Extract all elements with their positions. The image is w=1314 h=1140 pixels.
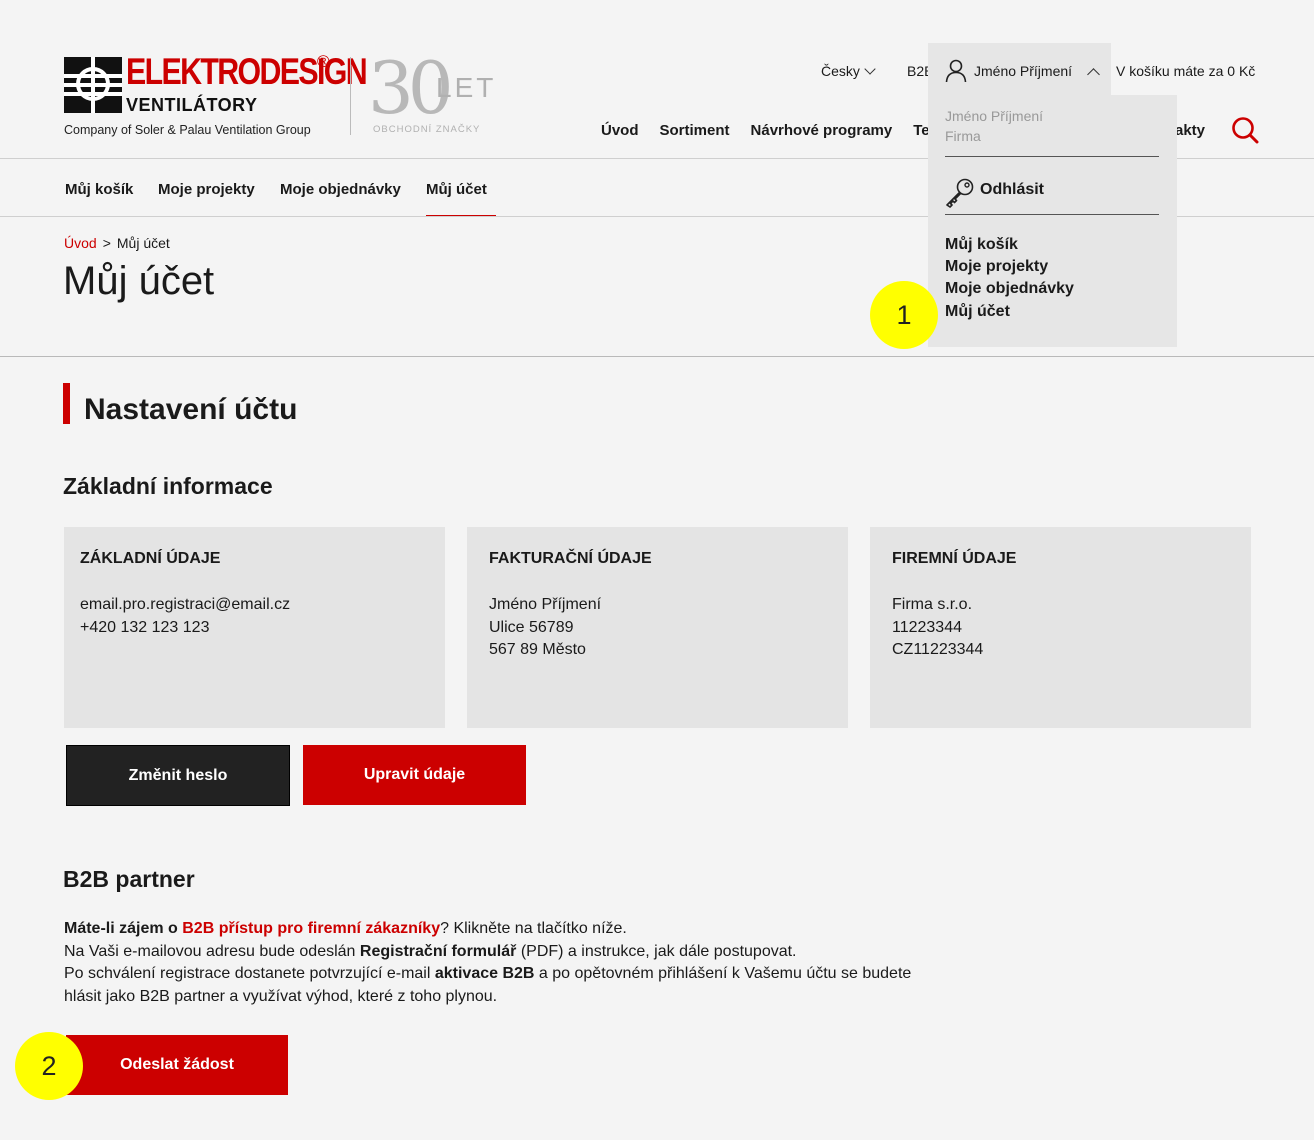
b2b-access-link[interactable]: B2B přístup pro firemní zákazníky: [182, 920, 440, 937]
basic-info-title: Základní informace: [63, 473, 273, 499]
dropdown-item-objednavky[interactable]: Moje objednávky: [945, 280, 1074, 298]
dropdown-item-kosik[interactable]: Můj košík: [945, 236, 1018, 254]
subnav-item-kosik[interactable]: Můj košík: [65, 181, 133, 198]
language-selector[interactable]: Česky: [821, 63, 876, 79]
language-label: Česky: [821, 63, 860, 79]
card-title: FIREMNÍ ÚDAJE: [892, 550, 1017, 567]
card-company: Firma s.r.o.: [892, 596, 973, 613]
user-dropdown: Jméno Příjmení Firma Odhlásit Můj košík …: [928, 95, 1177, 347]
card-title: ZÁKLADNÍ ÚDAJE: [80, 550, 221, 567]
card-dic: CZ11223344: [892, 641, 984, 658]
subnav-item-ucet[interactable]: Můj účet: [426, 181, 496, 216]
change-password-button[interactable]: Změnit heslo: [66, 745, 290, 806]
dropdown-user-name: Jméno Příjmení: [945, 108, 1044, 124]
logo-divider: [350, 57, 351, 135]
b2b-form: Registrační formulář: [359, 942, 517, 960]
card-basic-info: ZÁKLADNÍ ÚDAJE email.pro.registraci@emai…: [64, 527, 445, 728]
breadcrumb-current: Můj účet: [116, 235, 170, 251]
b2b-title: B2B partner: [63, 866, 195, 892]
elektrodesign-logo[interactable]: ELEKTRODESIGN ® VENTILÁTORY Company of S…: [64, 51, 368, 140]
title-divider: [0, 356, 1314, 357]
annotation-marker-1: 1: [870, 281, 938, 349]
user-menu-toggle[interactable]: Jméno Příjmení: [928, 43, 1111, 95]
dropdown-divider: [945, 156, 1159, 157]
b2b-text-d: a po opětovném přihlášení k Vašemu účtu …: [534, 965, 912, 983]
breadcrumb-home[interactable]: Úvod: [64, 235, 97, 251]
send-request-button[interactable]: Odeslat žádost: [66, 1035, 288, 1095]
b2b-line-2: Na Vaši e-mailovou adresu bude odeslán R…: [64, 941, 944, 964]
b2b-line-4: hlásit jako B2B partner a využívat výhod…: [64, 988, 498, 1006]
card-billing-info: FAKTURAČNÍ ÚDAJE Jméno Příjmení Ulice 56…: [467, 527, 848, 728]
dropdown-divider: [945, 214, 1159, 215]
b2b-text-a: Na Vaši e-mailovou adresu bude odeslán: [64, 942, 360, 960]
card-email: email.pro.registraci@email.cz: [80, 596, 291, 613]
nav-item-kontakty[interactable]: akty: [1175, 122, 1205, 139]
b2b-text-c: Po schválení registrace dostanete potvrz…: [64, 965, 435, 983]
logo-mark-icon: [64, 57, 122, 113]
user-icon: [945, 59, 967, 83]
card-name: Jméno Příjmení: [489, 596, 602, 613]
search-icon[interactable]: [1231, 116, 1259, 144]
chevron-down-icon: [864, 63, 876, 75]
logo-tagline: Company of Soler & Palau Ventilation Gro…: [64, 123, 311, 137]
cart-summary[interactable]: V košíku máte za 0 Kč: [1116, 63, 1255, 79]
anniversary-logo: 30 LET OBCHODNÍ ZNAČKY: [368, 46, 498, 137]
page-title: Můj účet: [63, 259, 215, 303]
annotation-marker-2: 2: [15, 1032, 83, 1100]
nav-item-sortiment[interactable]: Sortiment: [660, 122, 730, 139]
card-title: FAKTURAČNÍ ÚDAJE: [489, 550, 652, 567]
nav-item-uvod[interactable]: Úvod: [601, 122, 639, 139]
main-nav: Úvod Sortiment Návrhové programy Te: [601, 122, 930, 139]
chevron-up-icon: [1087, 68, 1100, 81]
card-city: 567 89 Město: [489, 641, 586, 658]
b2b-activation: aktivace B2B: [434, 965, 535, 983]
b2b-line-3: Po schválení registrace dostanete potvrz…: [64, 963, 944, 986]
nav-item-navrhove-programy[interactable]: Návrhové programy: [751, 122, 893, 139]
dropdown-item-ucet[interactable]: Můj účet: [945, 303, 1010, 321]
anniversary-let: LET: [436, 72, 497, 103]
dropdown-item-projekty[interactable]: Moje projekty: [945, 258, 1048, 276]
edit-details-button[interactable]: Upravit údaje: [303, 745, 526, 805]
b2b-intro-rest: ? Klikněte na tlačítko níže.: [440, 920, 627, 937]
logo-registered: ®: [317, 52, 330, 71]
breadcrumb-separator: >: [102, 235, 111, 251]
card-phone: +420 132 123 123: [80, 618, 210, 636]
b2b-description: Máte-li zájem o B2B přístup pro firemní …: [64, 918, 944, 1009]
logout-link[interactable]: Odhlásit: [980, 181, 1044, 199]
anniversary-sub: OBCHODNÍ ZNAČKY: [373, 124, 481, 135]
subnav-item-projekty[interactable]: Moje projekty: [158, 181, 255, 198]
user-name: Jméno Příjmení: [974, 63, 1073, 79]
subnav-item-objednavky[interactable]: Moje objednávky: [280, 181, 401, 198]
dropdown-company: Firma: [945, 128, 981, 144]
card-street: Ulice 56789: [489, 618, 574, 636]
card-ico: 11223344: [892, 618, 962, 636]
b2b-text-b: (PDF) a instrukce, jak dále postupovat.: [516, 942, 797, 960]
b2b-intro: Máte-li zájem o: [64, 920, 183, 937]
breadcrumb: Úvod > Můj účet: [64, 235, 170, 251]
card-company-info: FIREMNÍ ÚDAJE Firma s.r.o. 11223344 CZ11…: [870, 527, 1251, 728]
logo-sub: VENTILÁTORY: [126, 95, 258, 115]
section-title: Nastavení účtu: [84, 393, 298, 426]
section-accent-bar: [63, 383, 70, 424]
b2b-line-1: Máte-li zájem o B2B přístup pro firemní …: [64, 918, 944, 941]
key-icon: [946, 178, 974, 208]
